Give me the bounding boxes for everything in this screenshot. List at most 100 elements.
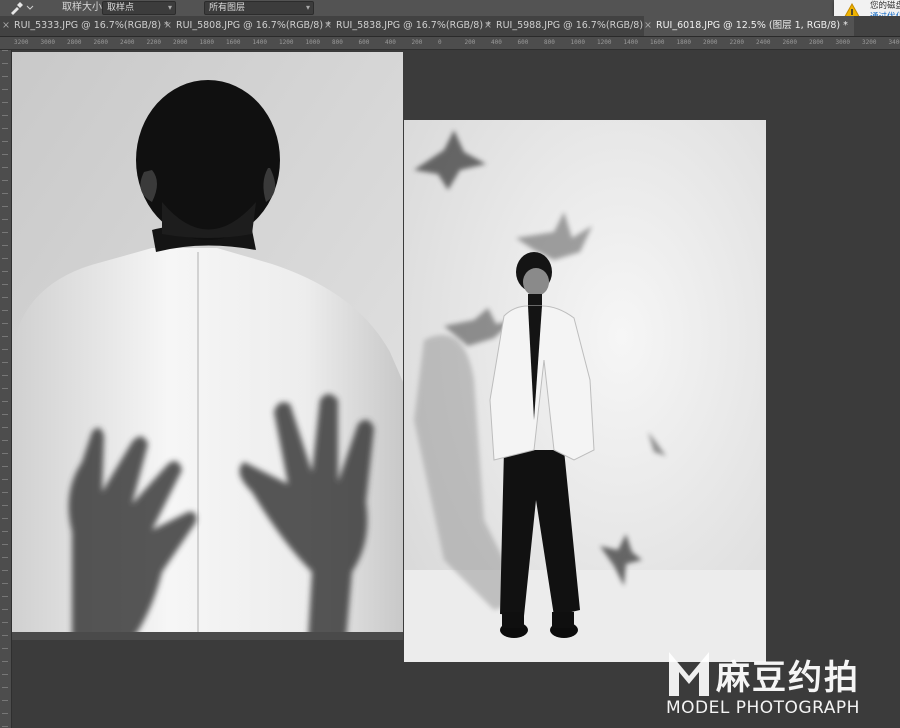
ruler-mark [2, 713, 8, 714]
ruler-tick: 3200 [862, 39, 877, 46]
ruler-mark [2, 297, 8, 298]
ruler-tick: 1600 [226, 39, 241, 46]
tab-rui-6018[interactable]: × RUI_6018.JPG @ 12.5% (图层 1, RGB/8) * [644, 16, 854, 36]
notification-line-1: 您的磁盘 [870, 1, 900, 11]
ruler-mark [2, 427, 8, 428]
ruler-mark [2, 388, 8, 389]
ruler-mark [2, 349, 8, 350]
ruler-tick: 200 [464, 39, 476, 46]
close-icon[interactable]: × [484, 20, 492, 31]
ruler-mark [2, 323, 8, 324]
ruler-tick: 2600 [93, 39, 108, 46]
ruler-mark [2, 622, 8, 623]
ruler-mark [2, 336, 8, 337]
ruler-tick: 800 [544, 39, 555, 46]
ruler-mark [2, 440, 8, 441]
ruler-tick: 2400 [756, 39, 771, 46]
ruler-mark [2, 661, 8, 662]
sample-size-select[interactable]: 取样点 ▾ [102, 1, 176, 15]
ruler-tick: 1800 [199, 39, 214, 46]
watermark: 麻豆约拍 MODEL PHOTOGRAPH [662, 642, 894, 722]
ruler-tick: 1000 [305, 39, 320, 46]
ruler-mark [2, 557, 8, 558]
ruler-mark [2, 271, 8, 272]
ruler-tick: 1000 [570, 39, 585, 46]
ruler-mark [2, 401, 8, 402]
ruler-tick: 3400 [888, 39, 900, 46]
ruler-mark [2, 687, 8, 688]
tab-label: RUI_5988.JPG @ 16.7%(RGB/8) * [495, 20, 651, 31]
ruler-tick: 800 [332, 39, 343, 46]
ruler-tick: 2800 [67, 39, 82, 46]
close-icon[interactable]: × [324, 20, 332, 31]
ruler-tick: 3000 [40, 39, 55, 46]
ruler-mark [2, 63, 8, 64]
ruler-mark [2, 102, 8, 103]
tab-label: RUI_5333.JPG @ 16.7%(RGB/8) * [13, 20, 169, 31]
ruler-mark [2, 596, 8, 597]
ruler-mark [2, 375, 8, 376]
sample-layers-value: 所有图层 [209, 3, 246, 13]
ruler-mark [2, 466, 8, 467]
ruler-mark [2, 141, 8, 142]
document-tab-bar: × RUI_5333.JPG @ 16.7%(RGB/8) * × RUI_5808… [0, 16, 900, 37]
options-bar: 取样大小: 取样点 ▾ 所有图层 ▾ [0, 0, 900, 17]
ruler-tick: 400 [491, 39, 502, 46]
ruler-mark [2, 206, 8, 207]
close-icon[interactable]: × [164, 20, 172, 31]
ruler-tick: 1600 [650, 39, 665, 46]
ruler-tick: 200 [411, 39, 423, 46]
close-icon[interactable]: × [644, 20, 652, 31]
ruler-mark [2, 570, 8, 571]
ruler-mark [2, 193, 8, 194]
photo-man-with-bird-shadows [404, 120, 766, 662]
ruler-tick: 1200 [597, 39, 612, 46]
horizontal-ruler[interactable]: 3200 3000 2800 2600 2400 2200 2000 1800 1600 1400… [0, 37, 900, 50]
ruler-tick: 2400 [120, 39, 135, 46]
tab-label: RUI_6018.JPG @ 12.5% (图层 1, RGB/8) * [655, 20, 848, 31]
ruler-mark [2, 76, 8, 77]
ruler-mark [2, 310, 8, 311]
ruler-mark [2, 414, 8, 415]
ruler-mark [2, 648, 8, 649]
ruler-mark [2, 167, 8, 168]
ruler-tick: 2200 [146, 39, 161, 46]
ruler-tick: 400 [385, 39, 396, 46]
ruler-mark [2, 518, 8, 519]
ruler-tick: 0 [438, 39, 442, 46]
ruler-mark [2, 232, 8, 233]
ruler-mark [2, 284, 8, 285]
sample-size-label: 取样大小: [62, 2, 106, 13]
tab-rui-5808[interactable]: × RUI_5808.JPG @ 16.7%(RGB/8) * [164, 16, 331, 36]
ruler-mark [2, 453, 8, 454]
ruler-tick: 1800 [676, 39, 691, 46]
eyedropper-icon[interactable] [6, 0, 38, 16]
ruler-tick: 2800 [809, 39, 824, 46]
watermark-logo [666, 648, 712, 702]
ruler-mark [2, 128, 8, 129]
watermark-english: MODEL PHOTOGRAPH [666, 698, 860, 718]
sample-size-value: 取样点 [107, 3, 135, 13]
sample-layers-select[interactable]: 所有图层 ▾ [204, 1, 314, 15]
tab-rui-5333[interactable]: × RUI_5333.JPG @ 16.7%(RGB/8) * [2, 16, 169, 36]
tab-rui-5838[interactable]: × RUI_5838.JPG @ 16.7%(RGB/8) * [324, 16, 491, 36]
ruler-mark [2, 180, 8, 181]
tab-rui-5988[interactable]: × RUI_5988.JPG @ 16.7%(RGB/8) * [484, 16, 651, 36]
ruler-mark [2, 531, 8, 532]
ruler-mark [2, 635, 8, 636]
ruler-mark [2, 479, 8, 480]
ruler-tick: 600 [517, 39, 529, 46]
ruler-mark [2, 583, 8, 584]
ruler-tick: 2200 [729, 39, 744, 46]
ruler-mark [2, 245, 8, 246]
ruler-mark [2, 505, 8, 506]
watermark-chinese: 麻豆约拍 [716, 658, 860, 698]
ruler-mark [2, 544, 8, 545]
chevron-down-icon: ▾ [167, 3, 172, 12]
close-icon[interactable]: × [2, 20, 10, 31]
ruler-tick: 2000 [173, 39, 188, 46]
ruler-mark [2, 674, 8, 675]
ruler-tick: 1400 [623, 39, 638, 46]
vertical-ruler[interactable] [0, 50, 12, 728]
ruler-mark [2, 492, 8, 493]
